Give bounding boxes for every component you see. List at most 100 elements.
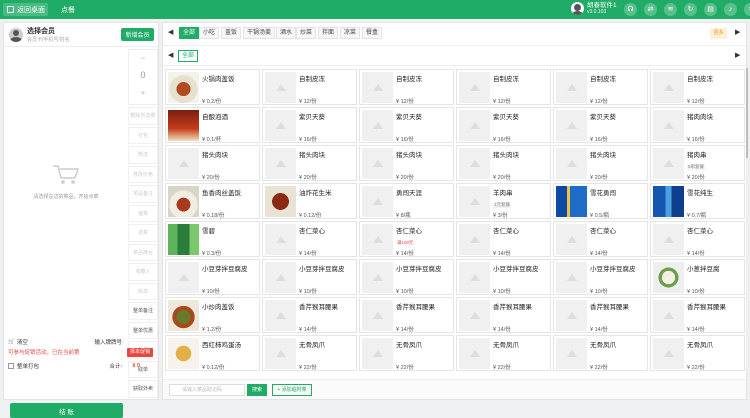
subcategory-prev-icon[interactable]: ◀ xyxy=(168,51,173,59)
category-tab[interactable]: 小吃 xyxy=(199,27,220,39)
category-tab[interactable]: 盖饭 xyxy=(221,27,242,39)
wifi-icon[interactable]: ≋ xyxy=(664,3,677,16)
operation-button[interactable]: 删除所选菜 xyxy=(128,107,158,125)
product-card[interactable]: 猪头肉块 ¥ 20/份 xyxy=(456,145,551,181)
new-member-button[interactable]: 新增会员 xyxy=(121,28,154,41)
operation-button[interactable]: 获取外卖 xyxy=(128,380,158,398)
increase-button[interactable]: + xyxy=(129,88,157,98)
operation-button[interactable]: 修改价格 xyxy=(128,165,158,183)
product-card[interactable]: 猪头肉块 ¥ 20/份 xyxy=(553,145,648,181)
bell-icon[interactable]: ♪ xyxy=(724,3,737,16)
product-card[interactable]: 鱼香肉丝盖饭 ¥ 0.18/份 xyxy=(165,183,260,219)
product-card[interactable]: 油炸花生米 ¥ 0.12/份 xyxy=(262,183,357,219)
category-tab[interactable]: 餐盒 xyxy=(362,27,383,39)
product-card[interactable]: 杏仁菜心 满100元 ¥ 14/份 xyxy=(359,221,454,257)
product-card[interactable]: 香芹猴耳腰果 ¥ 14/份 xyxy=(359,297,454,333)
operation-button[interactable]: 催菜 xyxy=(128,204,158,222)
product-card[interactable]: 杏仁菜心 ¥ 14/份 xyxy=(456,221,551,257)
operation-button[interactable]: 单品备注 xyxy=(128,185,158,203)
product-card[interactable]: 紫贝天葵 ¥ 16/份 xyxy=(262,107,357,143)
product-card[interactable]: 猪肉肉块 ¥ 16/份 xyxy=(650,107,745,143)
order-number-label[interactable]: 输入牌牌号 xyxy=(94,338,122,346)
product-card[interactable]: 西红柿鸡蛋汤 ¥ 0.12/份 xyxy=(165,335,260,371)
product-card[interactable]: 自制皮冻 ¥ 12/份 xyxy=(262,69,357,105)
product-card[interactable]: 自制皮冻 ¥ 12/份 xyxy=(553,69,648,105)
product-card[interactable]: 小炒肉盖饭 ¥ 1.2/份 xyxy=(165,297,260,333)
search-input[interactable]: 请输入菜品助记码 xyxy=(169,384,245,396)
subcategory-next-icon[interactable]: ▶ xyxy=(735,51,740,59)
product-card[interactable]: 自制皮冻 ¥ 12/份 xyxy=(359,69,454,105)
operation-button[interactable]: 拆单 xyxy=(128,282,158,300)
home-button[interactable]: 返回桌面 xyxy=(3,3,48,16)
search-button[interactable]: 搜索 xyxy=(247,384,267,396)
product-card[interactable]: 猪头肉块 ¥ 20/份 xyxy=(262,145,357,181)
product-card[interactable]: 火锅肉盖饭 ¥ 0.2/份 xyxy=(165,69,260,105)
scrollbar[interactable] xyxy=(746,68,748,368)
promo-button[interactable]: 择本促销 xyxy=(126,348,153,357)
checkout-button[interactable]: 结 账 xyxy=(10,403,123,418)
product-card[interactable]: 猪头肉块 ¥ 20/份 xyxy=(359,145,454,181)
add-temp-item-button[interactable]: + 添加临时菜 xyxy=(272,384,312,396)
printer-icon[interactable]: ▤ xyxy=(704,3,717,16)
product-name: 香芹猴耳腰果 xyxy=(299,304,338,311)
category-tab[interactable]: 凉菜 xyxy=(340,27,361,39)
category-tab[interactable]: 干锅汤羹 xyxy=(243,27,276,39)
operation-button[interactable]: 菜品换台 xyxy=(128,243,158,261)
product-card[interactable]: 无骨凤爪 ¥ 22/份 xyxy=(456,335,551,371)
close-icon[interactable]: × xyxy=(744,3,750,16)
product-card[interactable]: 无骨凤爪 ¥ 22/份 xyxy=(262,335,357,371)
operation-button[interactable]: 收藏人 xyxy=(128,263,158,281)
decrease-button[interactable]: − xyxy=(129,53,157,63)
product-card[interactable]: 紫贝天葵 ¥ 16/份 xyxy=(456,107,551,143)
more-button[interactable]: 更多 xyxy=(710,28,727,39)
product-card[interactable]: 香芹猴耳腰果 ¥ 14/份 xyxy=(456,297,551,333)
sync-icon[interactable]: ⇄ xyxy=(644,3,657,16)
product-card[interactable]: 羊肉串 1元套餐 ¥ 3/份 xyxy=(456,183,551,219)
subcategory-all[interactable]: 全部 xyxy=(178,50,199,62)
product-name: 小豆芽拌豆腐皮 xyxy=(493,266,539,273)
product-card[interactable]: 自制皮冻 ¥ 12/份 xyxy=(456,69,551,105)
product-card[interactable]: 小豆芽拌豆腐皮 ¥ 10/份 xyxy=(553,259,648,295)
product-card[interactable]: 紫贝天葵 ¥ 16/份 xyxy=(359,107,454,143)
product-card[interactable]: 香芹猴耳腰果 ¥ 14/份 xyxy=(262,297,357,333)
product-card[interactable]: 香芹猴耳腰果 ¥ 14/份 xyxy=(650,297,745,333)
category-tab[interactable]: 炒菜 xyxy=(296,27,317,39)
user-info[interactable]: 胡春软件1 v3.0.103 xyxy=(571,2,617,15)
product-card[interactable]: 紫贝天葵 ¥ 16/份 xyxy=(553,107,648,143)
product-card[interactable]: 小豆芽拌豆腐皮 ¥ 10/份 xyxy=(165,259,260,295)
product-card[interactable]: 杏仁菜心 ¥ 14/份 xyxy=(553,221,648,257)
product-card[interactable]: 小豆芽拌豆腐皮 ¥ 10/份 xyxy=(262,259,357,295)
category-tab[interactable]: 酒水 xyxy=(276,27,297,39)
operation-button[interactable]: 赠送 xyxy=(128,146,158,164)
product-card[interactable]: 小葱拌豆腐 ¥ 10/份 xyxy=(650,259,745,295)
product-card[interactable]: 猪头肉块 ¥ 20/份 xyxy=(165,145,260,181)
product-card[interactable]: 无骨凤爪 ¥ 22/份 xyxy=(553,335,648,371)
product-card[interactable]: 雪花勇闯 ¥ 0.5/瓶 xyxy=(553,183,648,219)
product-card[interactable]: 猪肉串 5串套餐 ¥ 20/份 xyxy=(650,145,745,181)
category-tab[interactable]: 拌面 xyxy=(318,27,339,39)
operation-button[interactable]: 退菜 xyxy=(128,224,158,242)
operation-button[interactable]: 打包 xyxy=(128,126,158,144)
product-card[interactable]: 自酿泡酒 ¥ 0.1/杯 xyxy=(165,107,260,143)
category-tab[interactable]: 全部 xyxy=(179,27,200,39)
operation-button[interactable]: 整单备注 xyxy=(128,302,158,320)
tab-order[interactable]: 点餐 xyxy=(61,5,75,15)
clear-button[interactable]: 清空 xyxy=(17,338,28,346)
product-card[interactable]: 勇闯天涯 ¥ 8/瓶 xyxy=(359,183,454,219)
product-card[interactable]: 小豆芽拌豆腐皮 ¥ 10/份 xyxy=(456,259,551,295)
category-prev-icon[interactable]: ◀ xyxy=(168,28,173,36)
product-card[interactable]: 杏仁菜心 ¥ 14/份 xyxy=(262,221,357,257)
category-next-icon[interactable]: ▶ xyxy=(735,28,740,36)
headset-icon[interactable]: ☊ xyxy=(624,3,637,16)
member-selector[interactable]: 选择会员 会员卡/手机号/姓名 新增会员 xyxy=(4,23,158,47)
product-card[interactable]: 雪碧 ¥ 0.3/份 xyxy=(165,221,260,257)
product-card[interactable]: 杏仁菜心 ¥ 14/份 xyxy=(650,221,745,257)
product-card[interactable]: 无骨凤爪 ¥ 22/份 xyxy=(650,335,745,371)
refresh-icon[interactable]: ↻ xyxy=(684,3,697,16)
product-card[interactable]: 雪花纯生 ¥ 0.7/瓶 xyxy=(650,183,745,219)
product-card[interactable]: 小豆芽拌豆腐皮 ¥ 10/份 xyxy=(359,259,454,295)
product-card[interactable]: 自制皮冻 ¥ 12/份 xyxy=(650,69,745,105)
pack-checkbox[interactable] xyxy=(8,363,14,369)
product-card[interactable]: 无骨凤爪 ¥ 22/份 xyxy=(359,335,454,371)
product-card[interactable]: 香芹猴耳腰果 ¥ 14/份 xyxy=(553,297,648,333)
